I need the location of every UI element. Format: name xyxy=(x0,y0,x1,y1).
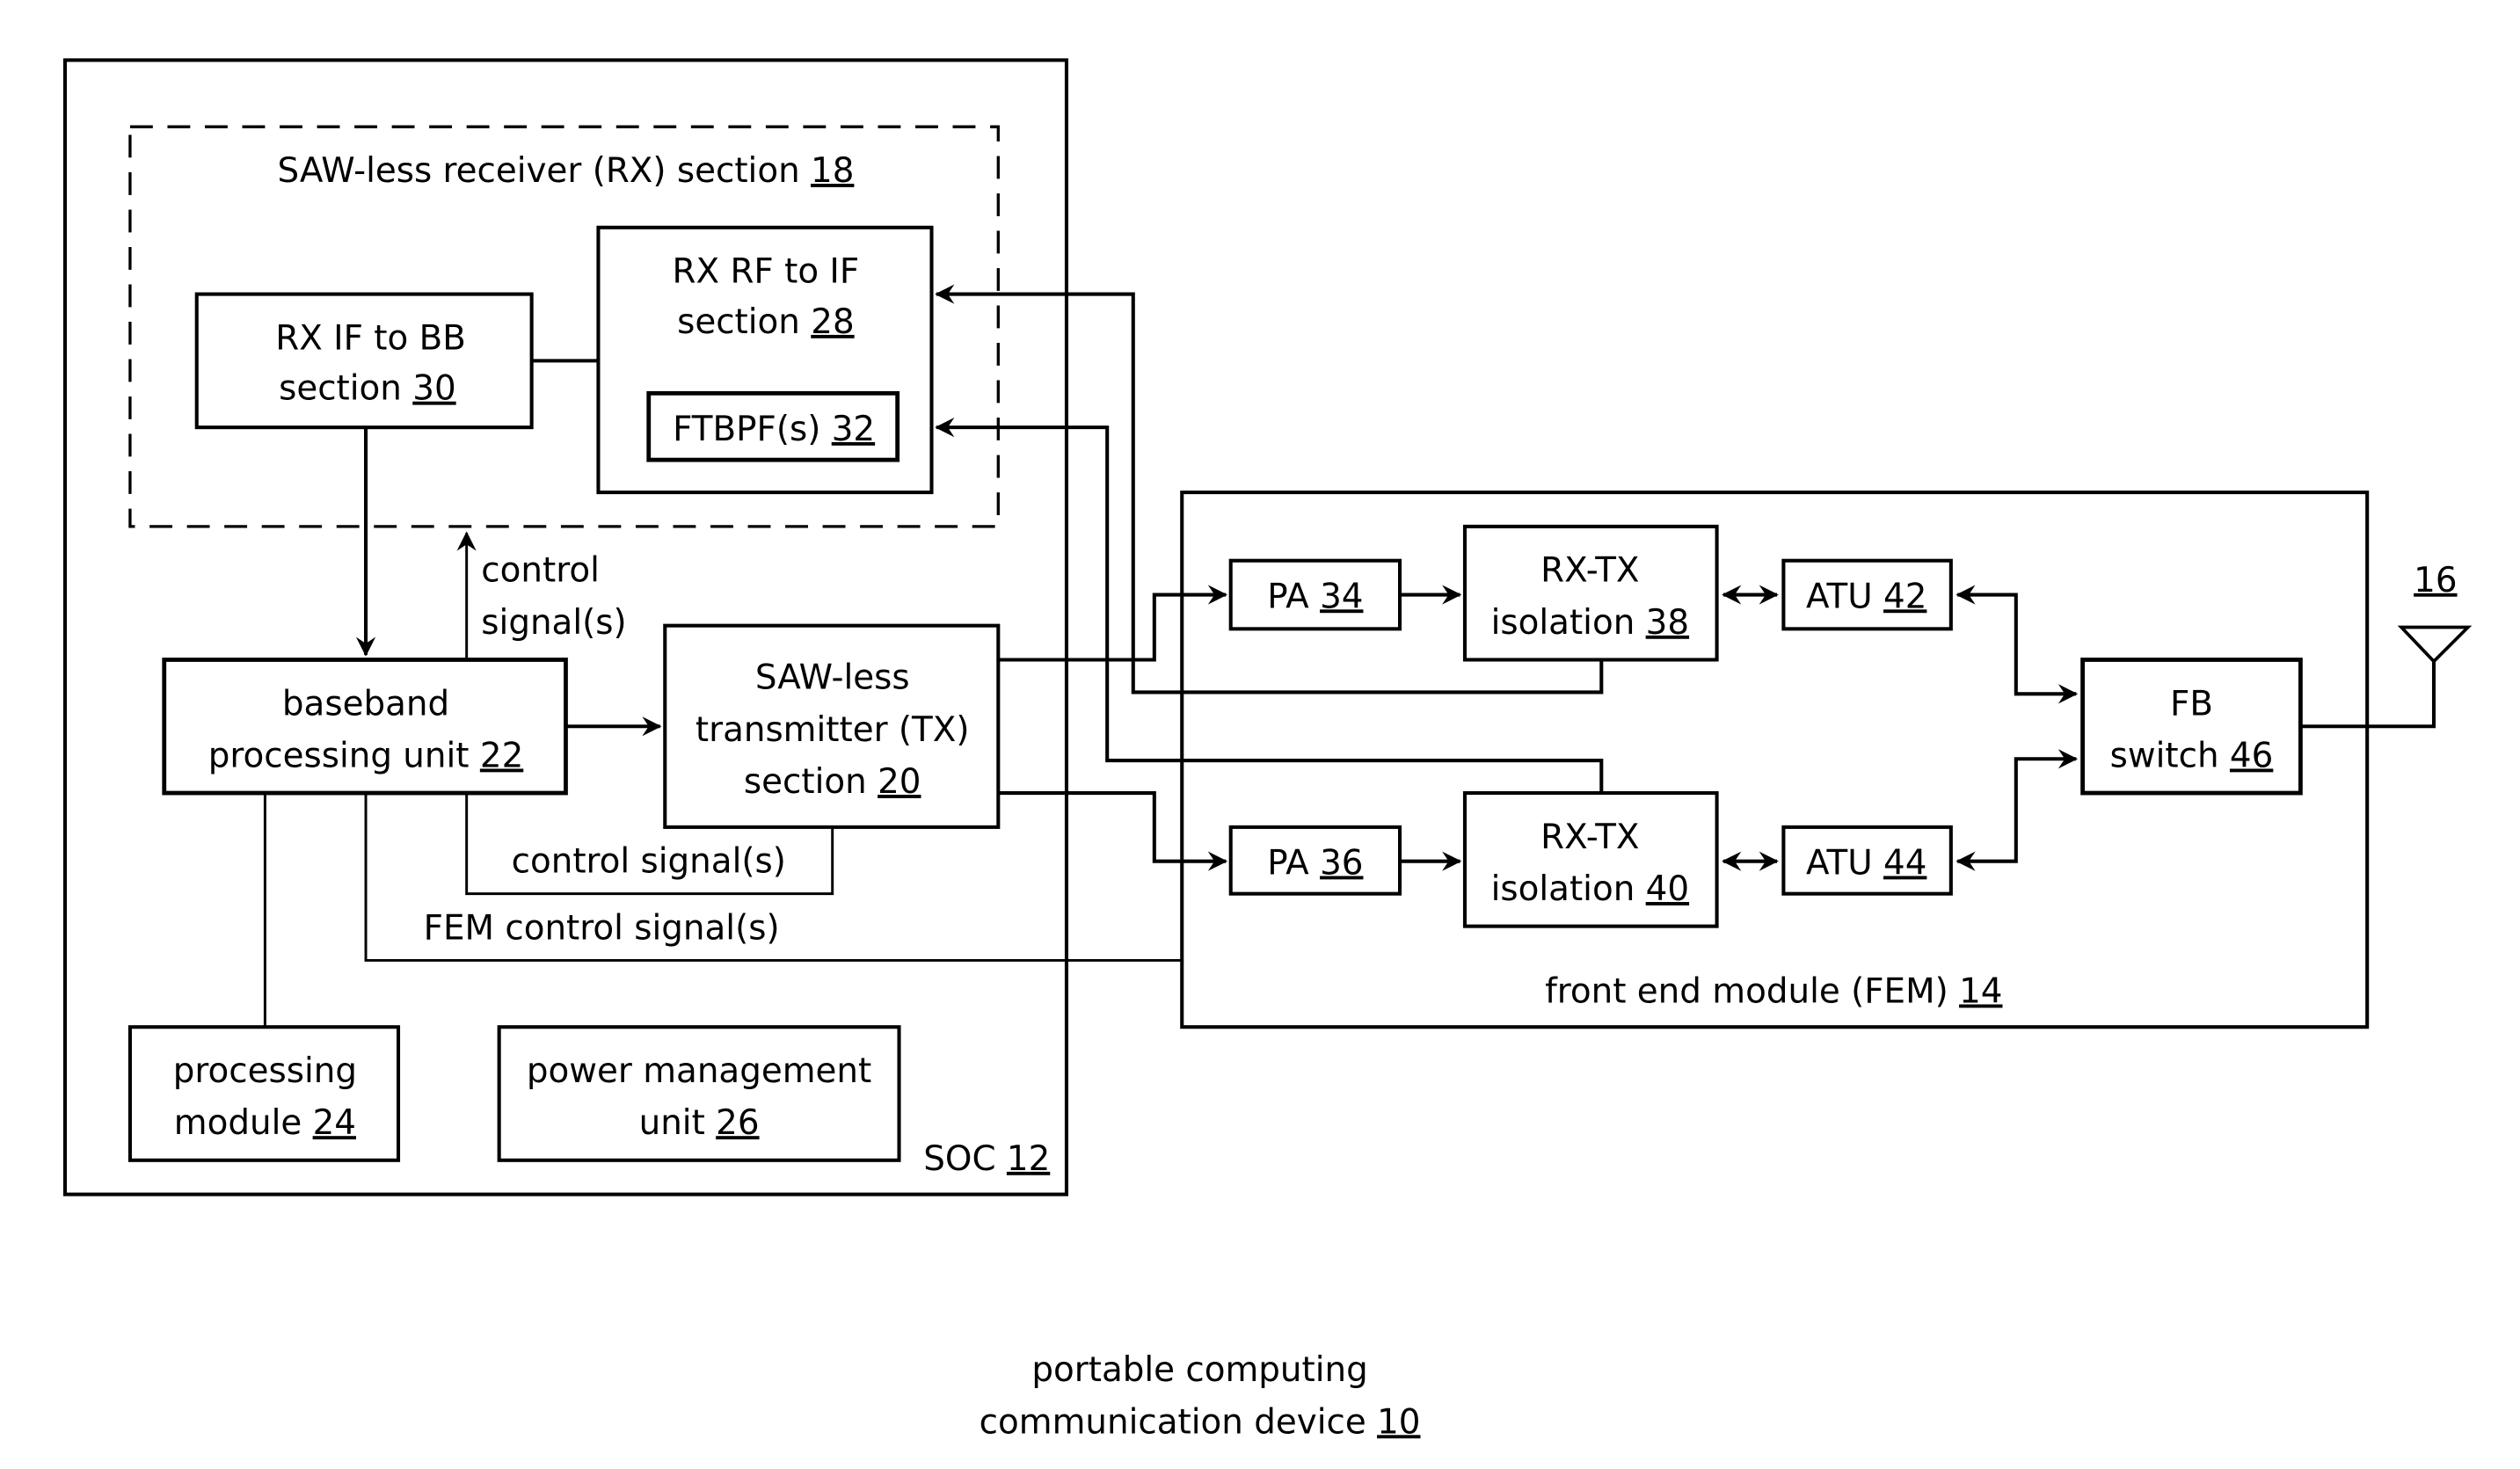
atu-44-block: ATU 44 xyxy=(1781,825,1953,896)
atu-44-label: ATU 44 xyxy=(1806,843,1926,883)
pa-36-block: PA 36 xyxy=(1228,825,1402,896)
tx-line3: section 20 xyxy=(744,762,921,802)
figure-caption-line2: communication device 10 xyxy=(980,1402,1421,1442)
saw-less-tx-block: SAW-less transmitter (TX) section 20 xyxy=(663,623,1001,829)
tx-control-signal-label: control signal(s) xyxy=(512,842,786,882)
rx-if-to-bb-line1: RX IF to BB xyxy=(275,318,466,358)
fb-switch-line1: FB xyxy=(2170,684,2213,724)
power-management-line2: unit 26 xyxy=(639,1103,760,1143)
rx-tx-isolation-40-block: RX-TX isolation 40 xyxy=(1462,791,1719,928)
pa-34-label: PA 34 xyxy=(1267,577,1363,616)
processing-module-line2: module 24 xyxy=(174,1103,356,1143)
rx-rf-to-if-line1: RX RF to IF xyxy=(673,252,860,292)
power-management-block: power management unit 26 xyxy=(497,1025,901,1162)
power-management-line1: power management xyxy=(527,1051,871,1091)
fb-switch-block: FB switch 46 xyxy=(2080,658,2303,796)
block-diagram: SOC 12 SAW-less receiver (RX) section 18… xyxy=(62,58,2473,1442)
fem-control-signal-label: FEM control signal(s) xyxy=(424,908,780,948)
rx-tx-isolation-38-block: RX-TX isolation 38 xyxy=(1462,524,1719,662)
figure-caption-line1: portable computing xyxy=(1031,1350,1367,1390)
rx-if-to-bb-line2: section 30 xyxy=(279,369,456,409)
rxtx-40-line2: isolation 40 xyxy=(1491,869,1689,909)
rx-if-to-bb-block: RX IF to BB section 30 xyxy=(194,292,534,430)
ftbpf-block: FTBPF(s) 32 xyxy=(646,390,900,462)
rx-control-signal-label-1: control xyxy=(481,551,600,591)
atu-42-label: ATU 42 xyxy=(1806,577,1926,616)
antenna-ref: 16 xyxy=(2414,561,2457,600)
antenna-icon xyxy=(2397,625,2473,664)
rxtx-38-line2: isolation 38 xyxy=(1491,603,1689,643)
processing-module-block: processing module 24 xyxy=(127,1025,401,1162)
rx-rf-to-if-line2: section 28 xyxy=(677,302,855,342)
atu-42-block: ATU 42 xyxy=(1781,558,1953,631)
rxtx-40-line1: RX-TX xyxy=(1540,818,1639,857)
rx-section-label: SAW-less receiver (RX) section 18 xyxy=(277,151,854,191)
processing-module-line1: processing xyxy=(173,1051,357,1091)
baseband-line1: baseband xyxy=(282,684,449,724)
fem-label: front end module (FEM) 14 xyxy=(1545,971,2002,1011)
baseband-line2: processing unit 22 xyxy=(208,736,523,775)
pa-36-label: PA 36 xyxy=(1267,843,1363,883)
ftbpf-label: FTBPF(s) 32 xyxy=(673,410,875,449)
soc-label: SOC 12 xyxy=(923,1139,1050,1179)
baseband-processing-unit-block: baseband processing unit 22 xyxy=(162,658,568,796)
fb-switch-line2: switch 46 xyxy=(2110,736,2274,775)
rxtx-38-line1: RX-TX xyxy=(1540,551,1639,591)
rx-control-signal-label-2: signal(s) xyxy=(481,603,626,643)
tx-line2: transmitter (TX) xyxy=(696,710,970,750)
pa-34-block: PA 34 xyxy=(1228,558,1402,631)
tx-line1: SAW-less xyxy=(755,658,910,698)
